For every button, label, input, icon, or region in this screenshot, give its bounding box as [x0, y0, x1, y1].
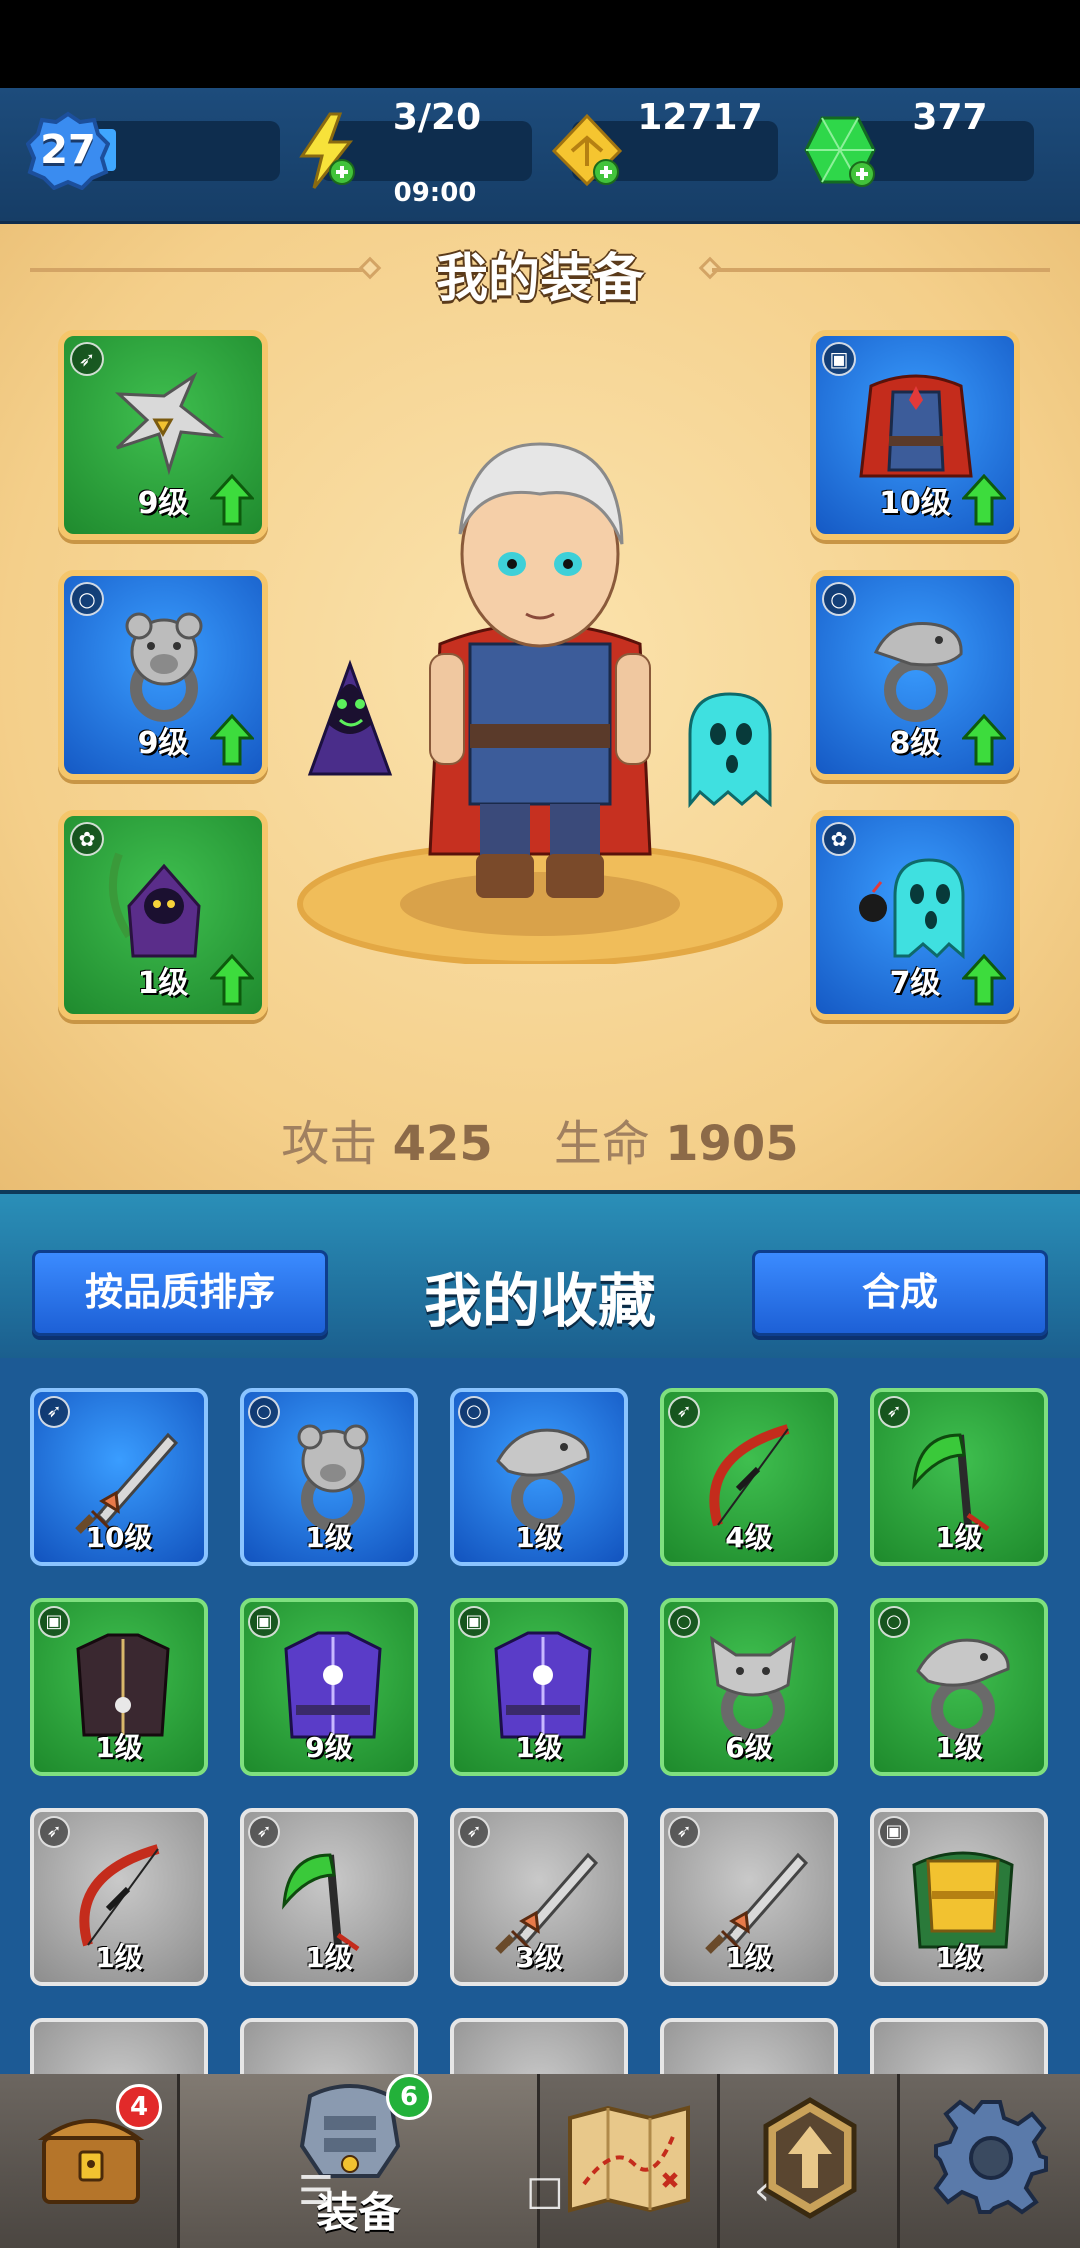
reaper-pet-figure: [307, 659, 393, 776]
map-icon: [568, 2105, 690, 2213]
collection-grid[interactable]: ➶ 10级 ○ 1级 ○ 1级 ➶ 4级 ➶ 1级 ▣ 1级 ▣ 9级 ▣ 1级 ○ 6级 ○ 1级 ➶ 1级 ➶ 1级 ➶ 3级…: [0, 1358, 1080, 2074]
attack-value: 425: [392, 1116, 493, 1172]
equip-slot-armor[interactable]: ▣ 10级: [810, 330, 1020, 540]
equipment-badge: 6: [386, 2074, 432, 2120]
equip-slot-ring-2[interactable]: ○ 8级: [810, 570, 1020, 780]
collection-item-partial[interactable]: [30, 2018, 208, 2074]
level-badge[interactable]: 27: [25, 110, 111, 191]
slot-level: 8级: [889, 726, 941, 761]
bear-ring-icon: [125, 612, 203, 722]
item-level: 1级: [95, 1731, 143, 1764]
collection-item-dark-robe[interactable]: ▣ 1级: [30, 1598, 208, 1776]
item-level: 10级: [85, 1521, 153, 1554]
item-level: 1级: [935, 1521, 983, 1554]
equipment-tab-label: 装备: [316, 2188, 401, 2237]
collection-item-partial[interactable]: [870, 2018, 1048, 2074]
bottom-navigation: 4 6 装备 ☰ □ ‹: [0, 2074, 1080, 2248]
collection-item-scythe[interactable]: ➶ 1级: [240, 1808, 418, 1986]
hp-value: 1905: [665, 1116, 799, 1172]
nav-settings-tab[interactable]: [900, 2074, 1080, 2248]
collection-item-partial[interactable]: [660, 2018, 838, 2074]
equip-slot-weapon[interactable]: ➶ 9级: [58, 330, 268, 540]
collection-item-partial[interactable]: [240, 2018, 418, 2074]
slot-level: 9级: [137, 486, 189, 521]
item-level: 1级: [515, 1521, 563, 1554]
home-button-icon[interactable]: □: [526, 2168, 564, 2214]
nav-chest-tab[interactable]: 4: [0, 2074, 180, 2248]
collection-item-gold-armor[interactable]: ▣ 1级: [870, 1808, 1048, 1986]
item-level: 1级: [935, 1941, 983, 1974]
chest-badge: 4: [116, 2084, 162, 2130]
cape-armor-icon: [859, 374, 973, 478]
collection-item-partial[interactable]: [450, 2018, 628, 2074]
energy-count: 3/20: [392, 97, 482, 138]
ghost-pet-icon: [859, 858, 965, 960]
collection-item-sword[interactable]: ➶ 3级: [450, 1808, 628, 1986]
item-level: 4级: [725, 1521, 773, 1554]
item-level: 3级: [515, 1941, 563, 1974]
collection-item-purple-robe[interactable]: ▣ 9级: [240, 1598, 418, 1776]
player-level: 27: [40, 127, 96, 173]
collection-item-sword[interactable]: ➶ 1级: [660, 1808, 838, 1986]
item-level: 1级: [515, 1731, 563, 1764]
collection-item-bear-ring[interactable]: ○ 1级: [240, 1388, 418, 1566]
energy-icon: [299, 112, 355, 189]
back-button-icon[interactable]: ‹: [754, 2168, 770, 2214]
gold-count: 12717: [637, 97, 763, 138]
hp-label: 生命: [553, 1116, 650, 1172]
gold-icon: [551, 113, 623, 187]
gem-icon: [804, 116, 876, 187]
item-level: 1级: [725, 1941, 773, 1974]
reaper-pet-icon: [108, 852, 201, 958]
serpent-ring-icon: [873, 622, 963, 722]
upgrade-hex-icon: [763, 2097, 857, 2219]
nav-map-tab[interactable]: □: [526, 2074, 720, 2248]
ghost-pet-figure: [688, 692, 772, 809]
slot-level: 9级: [137, 726, 189, 761]
resource-bar: 27 3/20 09:00 12717 377: [0, 88, 1080, 224]
nav-upgrade-tab[interactable]: ‹: [720, 2074, 900, 2248]
status-bar: [0, 0, 1080, 88]
attack-label: 攻击: [281, 1116, 378, 1172]
equipment-panel: 我的装备 ➶ 9级 ○ 9级 ✿ 1级 ▣ 10级 ○ 8级 ✿ 7级 攻击 4…: [0, 224, 1080, 1190]
equip-slot-ring-1[interactable]: ○ 9级: [58, 570, 268, 780]
item-level: 1级: [95, 1941, 143, 1974]
item-level: 1级: [305, 1521, 353, 1554]
gear-icon: [933, 2099, 1048, 2215]
item-level: 1级: [935, 1731, 983, 1764]
collection-item-scythe[interactable]: ➶ 1级: [870, 1388, 1048, 1566]
collection-item-bow[interactable]: ➶ 1级: [30, 1808, 208, 1986]
item-level: 1级: [305, 1941, 353, 1974]
shuriken-icon: [114, 371, 224, 476]
collection-item-eagle-ring[interactable]: ○ 1级: [450, 1388, 628, 1566]
energy-timer: 09:00: [393, 178, 477, 208]
collection-item-bow[interactable]: ➶ 4级: [660, 1388, 838, 1566]
hero-figure: [428, 442, 652, 898]
collection-item-eagle-ring[interactable]: ○ 1级: [870, 1598, 1048, 1776]
collection-item-wolf-ring[interactable]: ○ 6级: [660, 1598, 838, 1776]
slot-level: 10级: [879, 486, 951, 521]
equip-slot-pet-1[interactable]: ✿ 1级: [58, 810, 268, 1020]
hero-stats: 攻击 425 生命 1905: [0, 1104, 1080, 1174]
collection-item-sword[interactable]: ➶ 10级: [30, 1388, 208, 1566]
hero-character[interactable]: [280, 404, 800, 964]
menu-icon[interactable]: ☰: [298, 2168, 334, 2214]
equipment-title: 我的装备: [435, 249, 644, 309]
gem-count: 377: [912, 97, 988, 138]
nav-equipment-tab[interactable]: 6 装备 ☰: [180, 2074, 540, 2248]
slot-level: 7级: [889, 966, 941, 1001]
slot-level: 1级: [137, 966, 189, 1001]
item-level: 9级: [305, 1731, 353, 1764]
item-level: 6级: [725, 1731, 773, 1764]
collection-header: 按品质排序 我的收藏 合成: [0, 1190, 1080, 1358]
equip-slot-pet-2[interactable]: ✿ 7级: [810, 810, 1020, 1020]
merge-button[interactable]: 合成: [752, 1250, 1048, 1336]
collection-item-purple-robe[interactable]: ▣ 1级: [450, 1598, 628, 1776]
